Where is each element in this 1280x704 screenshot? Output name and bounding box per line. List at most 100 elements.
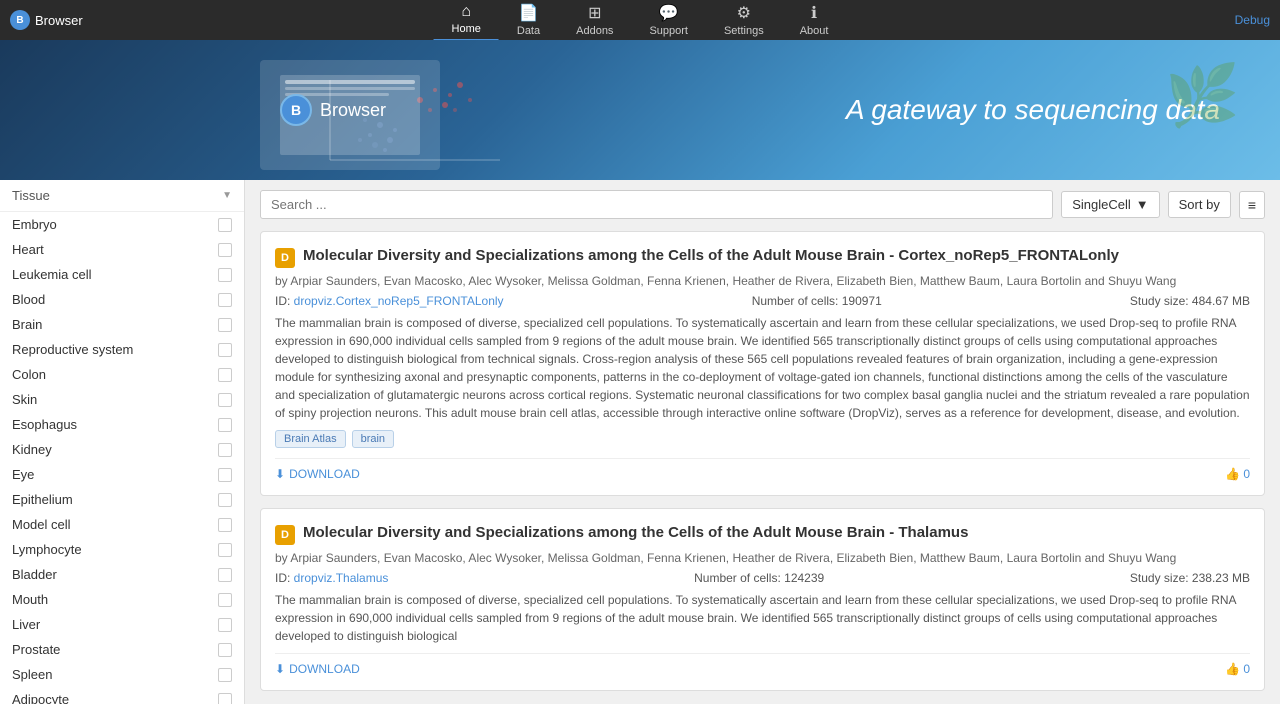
dataset-tag: Brain Atlas xyxy=(275,430,346,448)
nav-items: ⌂ Home 📄 Data ⊞ Addons 💬 Support ⚙ Setti… xyxy=(434,0,847,41)
sidebar-item-checkbox[interactable] xyxy=(218,543,232,557)
sidebar-item-embryo[interactable]: Embryo xyxy=(0,212,244,237)
sidebar-item-reproductive-system[interactable]: Reproductive system xyxy=(0,337,244,362)
sidebar-item-colon[interactable]: Colon xyxy=(0,362,244,387)
sidebar-item-eye[interactable]: Eye xyxy=(0,462,244,487)
sidebar-item-checkbox[interactable] xyxy=(218,393,232,407)
dataset-list: D Molecular Diversity and Specialization… xyxy=(260,231,1265,691)
nav-data-label: Data xyxy=(517,25,540,37)
sidebar-item-label: Brain xyxy=(12,317,42,332)
dataset-meta: ID: dropviz.Cortex_noRep5_FRONTALonly Nu… xyxy=(275,294,1250,308)
debug-label: Debug xyxy=(1235,13,1270,27)
sidebar-items-list: Embryo Heart Leukemia cell Blood Brain R… xyxy=(0,212,244,704)
nav-item-support[interactable]: 💬 Support xyxy=(631,0,706,41)
sidebar-item-checkbox[interactable] xyxy=(218,493,232,507)
sidebar-item-checkbox[interactable] xyxy=(218,668,232,682)
sidebar-item-label: Esophagus xyxy=(12,417,77,432)
nav-item-settings[interactable]: ⚙ Settings xyxy=(706,0,782,41)
dataset-id: ID: dropviz.Thalamus xyxy=(275,571,388,585)
like-button[interactable]: 👍 0 xyxy=(1225,467,1250,481)
sidebar-item-liver[interactable]: Liver xyxy=(0,612,244,637)
sidebar-item-blood[interactable]: Blood xyxy=(0,287,244,312)
sidebar-item-checkbox[interactable] xyxy=(218,368,232,382)
sidebar-item-label: Heart xyxy=(12,242,44,257)
nav-item-data[interactable]: 📄 Data xyxy=(499,0,558,41)
dataset-description: The mammalian brain is composed of diver… xyxy=(275,591,1250,645)
about-icon: ℹ xyxy=(811,3,817,23)
sidebar-item-bladder[interactable]: Bladder xyxy=(0,562,244,587)
sidebar-item-model-cell[interactable]: Model cell xyxy=(0,512,244,537)
sidebar-item-checkbox[interactable] xyxy=(218,243,232,257)
sidebar-item-leukemia-cell[interactable]: Leukemia cell xyxy=(0,262,244,287)
sidebar-item-kidney[interactable]: Kidney xyxy=(0,437,244,462)
dataset-id-link[interactable]: dropviz.Cortex_noRep5_FRONTALonly xyxy=(294,294,504,308)
download-button[interactable]: ⬇ DOWNLOAD xyxy=(275,662,360,676)
sidebar-item-label: Leukemia cell xyxy=(12,267,92,282)
sidebar-item-spleen[interactable]: Spleen xyxy=(0,662,244,687)
dataset-meta: ID: dropviz.Thalamus Number of cells: 12… xyxy=(275,571,1250,585)
dataset-cell-count: Number of cells: 190971 xyxy=(752,294,882,308)
sidebar-item-checkbox[interactable] xyxy=(218,218,232,232)
dataset-icon: D xyxy=(275,248,295,268)
card-footer: ⬇ DOWNLOAD 👍 0 xyxy=(275,653,1250,676)
logo-icon: B xyxy=(10,10,30,30)
dataset-description: The mammalian brain is composed of diver… xyxy=(275,314,1250,422)
download-button[interactable]: ⬇ DOWNLOAD xyxy=(275,467,360,481)
nav-addons-label: Addons xyxy=(576,25,613,37)
sidebar-item-brain[interactable]: Brain xyxy=(0,312,244,337)
sidebar-item-label: Liver xyxy=(12,617,40,632)
like-button[interactable]: 👍 0 xyxy=(1225,662,1250,676)
download-icon: ⬇ xyxy=(275,467,285,481)
thumbs-up-icon: 👍 xyxy=(1225,467,1240,481)
sidebar-item-checkbox[interactable] xyxy=(218,293,232,307)
sidebar-item-checkbox[interactable] xyxy=(218,418,232,432)
sidebar-item-checkbox[interactable] xyxy=(218,318,232,332)
app-title: Browser xyxy=(35,13,83,28)
content-area: SingleCell ▼ Sort by ≡ D Molecular Diver… xyxy=(245,180,1280,704)
sidebar-item-checkbox[interactable] xyxy=(218,643,232,657)
sidebar-item-label: Prostate xyxy=(12,642,60,657)
sidebar-item-prostate[interactable]: Prostate xyxy=(0,637,244,662)
sidebar-item-checkbox[interactable] xyxy=(218,468,232,482)
sidebar-item-adipocyte[interactable]: Adipocyte xyxy=(0,687,244,704)
hero-logo: B Browser xyxy=(280,94,386,126)
sidebar-item-heart[interactable]: Heart xyxy=(0,237,244,262)
sidebar-item-checkbox[interactable] xyxy=(218,268,232,282)
sidebar-item-checkbox[interactable] xyxy=(218,693,232,704)
sidebar-item-esophagus[interactable]: Esophagus xyxy=(0,412,244,437)
dataset-authors: by Arpiar Saunders, Evan Macosko, Alec W… xyxy=(275,551,1250,565)
card-footer: ⬇ DOWNLOAD 👍 0 xyxy=(275,458,1250,481)
sidebar-item-mouth[interactable]: Mouth xyxy=(0,587,244,612)
sidebar-header[interactable]: Tissue ▼ xyxy=(0,180,244,212)
home-icon: ⌂ xyxy=(461,3,471,21)
hero-logo-text: Browser xyxy=(320,100,386,121)
sidebar-item-label: Blood xyxy=(12,292,45,307)
sidebar-item-label: Skin xyxy=(12,392,37,407)
sort-order-button[interactable]: ≡ xyxy=(1239,191,1265,219)
sort-order-icon: ≡ xyxy=(1248,197,1256,213)
sidebar-item-checkbox[interactable] xyxy=(218,593,232,607)
sidebar-item-skin[interactable]: Skin xyxy=(0,387,244,412)
sidebar-item-epithelium[interactable]: Epithelium xyxy=(0,487,244,512)
sidebar-title: Tissue xyxy=(12,188,50,203)
nav-item-home[interactable]: ⌂ Home xyxy=(434,0,499,41)
search-input[interactable] xyxy=(260,190,1053,219)
nav-home-label: Home xyxy=(452,23,481,35)
sidebar-item-checkbox[interactable] xyxy=(218,568,232,582)
dataset-id-link[interactable]: dropviz.Thalamus xyxy=(294,571,389,585)
download-label: DOWNLOAD xyxy=(289,662,360,676)
sidebar-item-checkbox[interactable] xyxy=(218,443,232,457)
sidebar-item-lymphocyte[interactable]: Lymphocyte xyxy=(0,537,244,562)
single-cell-dropdown[interactable]: SingleCell ▼ xyxy=(1061,191,1159,218)
sidebar-item-checkbox[interactable] xyxy=(218,618,232,632)
sidebar-item-checkbox[interactable] xyxy=(218,518,232,532)
sidebar-item-checkbox[interactable] xyxy=(218,343,232,357)
nav-item-about[interactable]: ℹ About xyxy=(782,0,847,41)
hero-plant-decoration: 🌿 xyxy=(1165,60,1240,131)
sort-by-button[interactable]: Sort by xyxy=(1168,191,1231,218)
nav-item-addons[interactable]: ⊞ Addons xyxy=(558,0,631,41)
sidebar-item-label: Eye xyxy=(12,467,34,482)
dataset-study-size: Study size: 238.23 MB xyxy=(1130,571,1250,585)
sidebar-item-label: Adipocyte xyxy=(12,692,69,704)
sidebar-item-label: Epithelium xyxy=(12,492,73,507)
